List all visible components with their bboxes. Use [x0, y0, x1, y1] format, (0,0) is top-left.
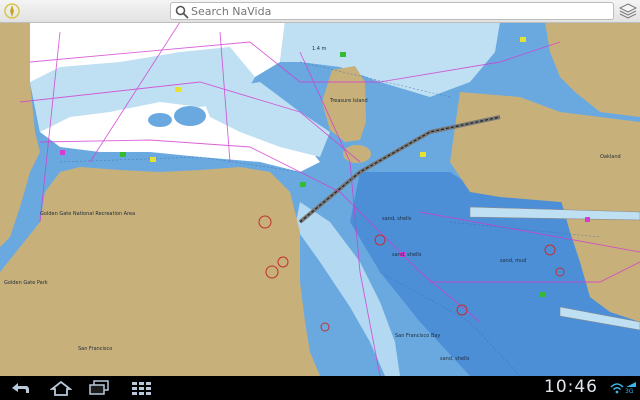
label-sand-shells: sand, shells [392, 252, 422, 258]
grid-menu-icon[interactable] [130, 379, 152, 397]
back-icon[interactable] [8, 379, 32, 397]
label-sand-mud: sand, mud [500, 258, 526, 264]
label-scale: 1.4 m [312, 46, 327, 52]
label-golden-gate-park: Golden Gate Park [4, 280, 48, 286]
label-golden-gate-nra: Golden Gate National Recreation Area [40, 211, 135, 217]
label-sand-shells: sand, shells [382, 216, 412, 222]
layers-icon[interactable] [619, 3, 637, 19]
clock: 10:46 [544, 377, 598, 397]
search-input[interactable] [191, 3, 601, 19]
search-box[interactable] [170, 2, 614, 20]
nautical-chart[interactable]: Golden Gate National Recreation Area Gol… [0, 22, 640, 376]
system-nav-bar: 10:46 3G [0, 376, 640, 400]
land-yerba-buena [343, 145, 371, 163]
recent-apps-icon[interactable] [88, 379, 110, 397]
compass-logo-icon[interactable] [3, 2, 21, 20]
label-oakland: Oakland [600, 154, 621, 160]
signal-label: 3G [625, 388, 634, 395]
wifi-icon [610, 383, 624, 394]
signal-icon [626, 382, 636, 387]
shoal-patch [148, 113, 172, 127]
search-icon [175, 5, 189, 19]
label-san-francisco-bay: San Francisco Bay [395, 333, 440, 339]
label-sand-shells: sand, shells [440, 356, 470, 362]
shoal-patch [174, 106, 206, 126]
home-icon[interactable] [50, 379, 72, 397]
status-icons: 3G [610, 382, 636, 395]
label-treasure-island: Treasure Island [329, 98, 368, 104]
app-toolbar [0, 0, 640, 23]
land-san-francisco [0, 167, 320, 376]
chart-canvas[interactable]: Golden Gate National Recreation Area Gol… [0, 22, 640, 376]
label-san-francisco: San Francisco [78, 346, 112, 352]
